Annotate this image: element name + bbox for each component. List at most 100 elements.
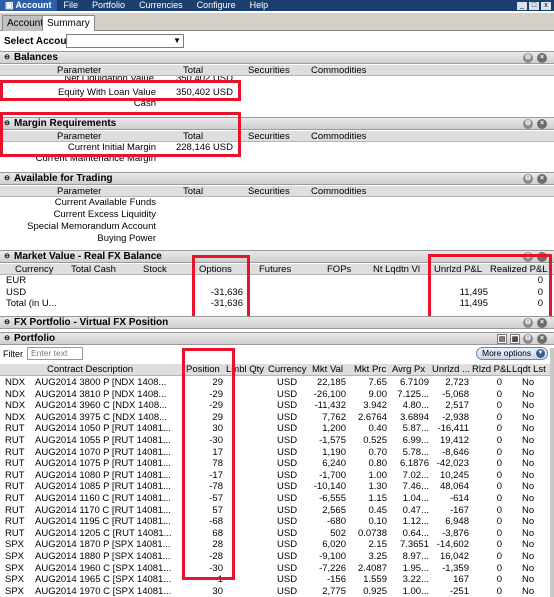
tab-summary[interactable]: Summary: [42, 15, 95, 31]
fx-portfolio-header[interactable]: ⊖ FX Portfolio - Virtual FX Position ⚙ ×: [0, 316, 554, 329]
table-row[interactable]: RUT AUG2014 1050 P [RUT 14081... 30 USD 1,20…: [0, 423, 554, 435]
mkt-val-cell: -6,555: [319, 493, 346, 504]
portfolio-header[interactable]: ⊖ Portfolio ▤ ▦ ⚙ ×: [0, 332, 554, 345]
mkt-val-cell: 7,762: [322, 411, 346, 423]
col-lmbl-qty[interactable]: Lmbl Qty: [226, 364, 264, 375]
table-row[interactable]: RUT AUG2014 1055 P [RUT 14081... -30 USD -1,…: [0, 435, 554, 447]
close-section-icon[interactable]: ×: [537, 119, 547, 129]
collapse-icon[interactable]: ⊖: [3, 253, 11, 261]
col-unrealized[interactable]: Unrlzd ...: [432, 364, 470, 375]
table-row[interactable]: RUT AUG2014 1160 C [RUT 14081... -57 USD -6,…: [0, 493, 554, 505]
col-mkt-prc[interactable]: Mkt Prc: [354, 364, 386, 375]
app-menu[interactable]: ▣ Account: [0, 0, 57, 11]
menu-help[interactable]: Help: [243, 0, 276, 11]
maximize-icon[interactable]: □: [529, 1, 539, 10]
table-row[interactable]: RUT AUG2014 1170 C [RUT 14081... 57 USD 2,56…: [0, 505, 554, 517]
col-total[interactable]: Total: [183, 65, 203, 76]
col-fops[interactable]: FOPs: [327, 264, 351, 275]
mkt-prc-cell: 2.6764: [357, 411, 387, 423]
col-currency[interactable]: Currency: [268, 364, 307, 375]
unrealized-cell: -1,359: [442, 562, 469, 574]
position-cell: -30: [209, 562, 223, 574]
col-securities[interactable]: Securities: [248, 186, 290, 197]
table-row[interactable]: RUT AUG2014 1080 P [RUT 14081... -17 USD -1,…: [0, 470, 554, 482]
col-net-liquidation[interactable]: Nt Lqdtn Vl: [373, 264, 420, 275]
table-row[interactable]: RUT AUG2014 1205 C [RUT 14081... 68 USD 502 0…: [0, 528, 554, 540]
col-commodities[interactable]: Commodities: [311, 186, 366, 197]
col-liquidate-last[interactable]: Lqdt Lst: [512, 364, 546, 375]
table-row[interactable]: NDX AUG2014 3800 P [NDX 1408... 29 USD 22,18…: [0, 377, 554, 389]
collapse-icon[interactable]: ⊖: [3, 54, 11, 62]
table-row[interactable]: SPX AUG2014 1880 P [SPX 14081... -28 USD -9,…: [0, 551, 554, 563]
settings-icon[interactable]: ⚙: [523, 119, 533, 129]
settings-icon[interactable]: ⚙: [523, 174, 533, 184]
table-row[interactable]: NDX AUG2014 3975 C [NDX 1408... 29 USD 7,762…: [0, 412, 554, 424]
available-header[interactable]: ⊖ Available for Trading ⚙ ×: [0, 172, 554, 185]
col-realized-pnl[interactable]: Rlzd P&L: [472, 364, 512, 375]
close-icon[interactable]: x: [541, 1, 551, 10]
margin-header[interactable]: ⊖ Margin Requirements ⚙ ×: [0, 117, 554, 130]
scrollbar[interactable]: [550, 348, 554, 597]
col-currency[interactable]: Currency: [15, 264, 54, 275]
settings-icon[interactable]: ⚙: [523, 252, 533, 262]
close-section-icon[interactable]: ×: [537, 174, 547, 184]
mkt-prc-cell: 0.40: [368, 423, 388, 435]
close-section-icon[interactable]: ×: [537, 334, 547, 344]
col-parameter[interactable]: Parameter: [57, 186, 101, 197]
collapse-icon[interactable]: ⊖: [3, 175, 11, 183]
close-section-icon[interactable]: ×: [537, 53, 547, 63]
col-realized-pnl[interactable]: Realized P&L: [490, 264, 548, 275]
table-row[interactable]: SPX AUG2014 1965 C [SPX 14081... -1 USD -156…: [0, 574, 554, 586]
table-row[interactable]: SPX AUG2014 1960 C [SPX 14081... -30 USD -7,…: [0, 563, 554, 575]
contract-cell: AUG2014 1205 C [RUT 14081...: [35, 527, 172, 539]
table-row[interactable]: RUT AUG2014 1070 P [RUT 14081... 17 USD 1,19…: [0, 447, 554, 459]
col-unrealized-pnl[interactable]: Unrlzd P&L: [434, 264, 482, 275]
menu-currencies[interactable]: Currencies: [132, 0, 190, 11]
table-row[interactable]: SPX AUG2014 1970 C [SPX 14081... 30 USD 2,77…: [0, 586, 554, 597]
symbol-cell: RUT: [5, 481, 25, 493]
table-row[interactable]: NDX AUG2014 3810 P [NDX 1408... -29 USD -26,…: [0, 389, 554, 401]
menu-portfolio[interactable]: Portfolio: [85, 0, 132, 11]
col-total[interactable]: Total: [183, 131, 203, 142]
col-total[interactable]: Total: [183, 186, 203, 197]
menu-configure[interactable]: Configure: [190, 0, 243, 11]
col-parameter[interactable]: Parameter: [57, 131, 101, 142]
col-commodities[interactable]: Commodities: [311, 131, 366, 142]
settings-icon[interactable]: ⚙: [523, 334, 533, 344]
collapse-icon[interactable]: ⊖: [3, 319, 11, 327]
minimize-icon[interactable]: _: [517, 1, 527, 10]
settings-icon[interactable]: ⚙: [523, 318, 533, 328]
col-mkt-val[interactable]: Mkt Val: [312, 364, 343, 375]
table-row[interactable]: NDX AUG2014 3960 C [NDX 1408... -29 USD -11,…: [0, 400, 554, 412]
col-contract-description[interactable]: Contract Description: [47, 364, 133, 375]
col-options[interactable]: Options: [199, 264, 232, 275]
collapse-icon[interactable]: ⊖: [3, 335, 11, 343]
settings-icon[interactable]: ⚙: [523, 53, 533, 63]
col-commodities[interactable]: Commodities: [311, 65, 366, 76]
close-section-icon[interactable]: ×: [537, 252, 547, 262]
more-options-button[interactable]: More options ▼: [476, 347, 548, 360]
col-position[interactable]: Position: [186, 364, 220, 375]
col-futures[interactable]: Futures: [259, 264, 291, 275]
filter-input[interactable]: Enter text: [27, 347, 83, 360]
export-icon[interactable]: ▤: [497, 334, 507, 344]
col-parameter[interactable]: Parameter: [57, 65, 101, 76]
col-securities[interactable]: Securities: [248, 65, 290, 76]
contract-cell: AUG2014 3975 C [NDX 1408...: [35, 411, 168, 423]
table-row[interactable]: SPX AUG2014 1870 P [SPX 14081... 28 USD 6,02…: [0, 539, 554, 551]
table-row[interactable]: RUT AUG2014 1085 P [RUT 14081... -78 USD -10…: [0, 481, 554, 493]
account-select[interactable]: ▼: [66, 34, 184, 48]
market-value-header[interactable]: ⊖ Market Value - Real FX Balance ⚙ ×: [0, 250, 554, 263]
menu-file[interactable]: File: [57, 0, 86, 11]
col-stock[interactable]: Stock: [143, 264, 167, 275]
col-avg-px[interactable]: Avrg Px: [392, 364, 425, 375]
table-row[interactable]: RUT AUG2014 1195 C [RUT 14081... -68 USD -68…: [0, 516, 554, 528]
table-row[interactable]: RUT AUG2014 1075 P [RUT 14081... 78 USD 6,24…: [0, 458, 554, 470]
balances-header[interactable]: ⊖ Balances ⚙ ×: [0, 51, 554, 64]
col-securities[interactable]: Securities: [248, 131, 290, 142]
table-icon[interactable]: ▦: [510, 334, 520, 344]
margin-title: Margin Requirements: [14, 118, 117, 129]
col-total-cash[interactable]: Total Cash: [71, 264, 116, 275]
collapse-icon[interactable]: ⊖: [3, 120, 11, 128]
close-section-icon[interactable]: ×: [537, 318, 547, 328]
